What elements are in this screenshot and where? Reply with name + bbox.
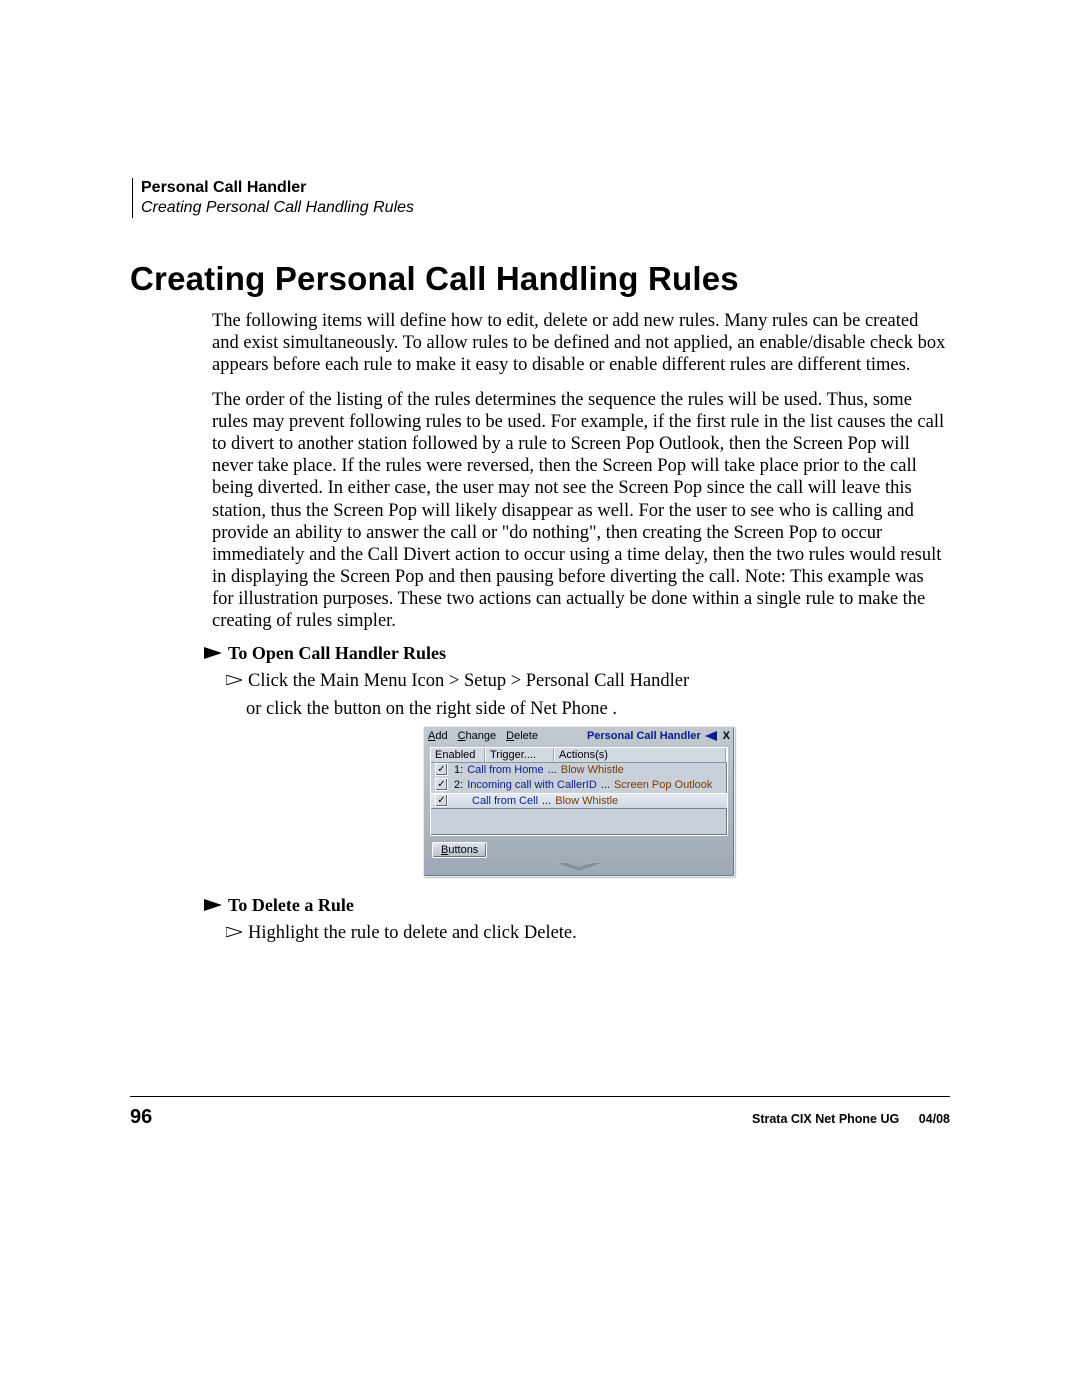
call-handler-window: Add Change Delete Personal Call Handler … (423, 726, 735, 877)
col-trigger[interactable]: Trigger.... (486, 748, 555, 762)
row-action: Blow Whistle (561, 764, 624, 776)
running-header: Personal Call Handler Creating Personal … (132, 178, 950, 218)
document-id: Strata CIX Net Phone UG 04/08 (752, 1112, 950, 1126)
subheading-delete-label: To Delete a Rule (228, 895, 354, 916)
table-row[interactable]: 1: Call from Home... Blow Whistle (431, 763, 727, 778)
footer-rule (130, 1096, 950, 1097)
ellipsis: ... (542, 795, 551, 807)
section-name: Creating Personal Call Handling Rules (141, 198, 950, 218)
subheading-open-label: To Open Call Handler Rules (228, 643, 446, 664)
page-number: 96 (130, 1106, 152, 1129)
bottom-bar: Buttons (424, 838, 734, 862)
ellipsis: ... (601, 779, 610, 791)
menu-delete[interactable]: Delete (506, 730, 538, 742)
menu-change[interactable]: Change (458, 730, 497, 742)
step-delete-rule: Highlight the rule to delete and click D… (226, 922, 946, 945)
row-trigger: Call from Home (467, 764, 543, 776)
arrow-icon (204, 899, 222, 911)
buttons-button[interactable]: Buttons (432, 842, 487, 858)
step-open-rules: Click the Main Menu Icon > Setup > Perso… (226, 670, 946, 693)
menu-add[interactable]: Add (428, 730, 448, 742)
enabled-checkbox[interactable] (435, 763, 448, 776)
chapter-name: Personal Call Handler (141, 178, 950, 198)
list-headers: Enabled Trigger.... Actions(s) (431, 748, 727, 763)
page-title: Creating Personal Call Handling Rules (130, 260, 950, 298)
row-trigger: Incoming call with CallerID (467, 779, 597, 791)
window-title: Personal Call Handler X (587, 730, 730, 742)
enabled-checkbox[interactable] (435, 778, 448, 791)
doc-date: 04/08 (919, 1112, 950, 1126)
table-row[interactable]: Call from Cell... Blow Whistle (431, 793, 727, 809)
row-trigger: Call from Cell (472, 795, 538, 807)
subheading-open-rules: To Open Call Handler Rules (204, 643, 946, 664)
close-icon[interactable]: X (723, 730, 730, 742)
col-enabled[interactable]: Enabled (431, 748, 486, 762)
step-open-text: Click the Main Menu Icon > Setup > Perso… (248, 670, 689, 693)
step-delete-text: Highlight the rule to delete and click D… (248, 922, 577, 945)
arrow-icon (204, 647, 222, 659)
table-row[interactable]: 2: Incoming call with CallerID... Screen … (431, 778, 727, 793)
rules-empty-area (431, 809, 727, 835)
subheading-delete-rule: To Delete a Rule (204, 895, 946, 916)
rules-rows: 1: Call from Home... Blow Whistle 2: Incom… (431, 763, 727, 809)
doc-title: Strata CIX Net Phone UG (752, 1112, 899, 1126)
row-index: 2: (454, 779, 463, 791)
ellipsis: ... (548, 764, 557, 776)
step-open-followup: or click the button on the right side of… (246, 699, 946, 720)
menubar: Add Change Delete Personal Call Handler … (424, 727, 734, 745)
col-actions[interactable]: Actions(s) (555, 748, 727, 762)
arrow-outline-icon (226, 675, 242, 685)
document-page: Personal Call Handler Creating Personal … (0, 0, 1080, 1397)
window-title-text: Personal Call Handler (587, 730, 701, 742)
page-footer: 96 Strata CIX Net Phone UG 04/08 (130, 1106, 950, 1129)
resize-grip-icon[interactable] (424, 862, 734, 876)
enabled-checkbox[interactable] (435, 794, 448, 807)
row-action: Blow Whistle (555, 795, 618, 807)
rules-list: Enabled Trigger.... Actions(s) 1: Call f… (430, 747, 728, 836)
intro-paragraph-1: The following items will define how to e… (212, 310, 946, 377)
arrow-outline-icon (226, 927, 242, 937)
row-index: 1: (454, 764, 463, 776)
row-action: Screen Pop Outlook (614, 779, 712, 791)
minimize-arrow-icon[interactable] (705, 731, 717, 741)
intro-paragraph-2: The order of the listing of the rules de… (212, 389, 946, 633)
